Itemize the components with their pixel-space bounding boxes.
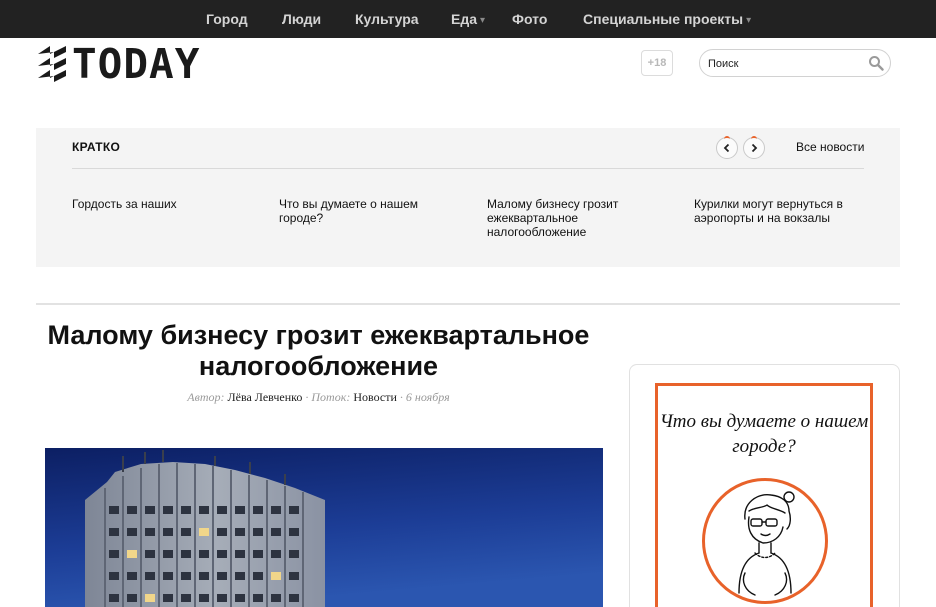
- chevron-down-icon: ▾: [746, 15, 752, 26]
- woman-portrait-icon: [738, 491, 795, 596]
- logo-mark-icon[interactable]: [36, 44, 72, 84]
- next-button[interactable]: [743, 136, 765, 159]
- stream-label: Поток:: [311, 390, 351, 404]
- nav-item-people[interactable]: Люди: [282, 11, 321, 27]
- author-label: Автор:: [187, 390, 225, 404]
- nav-item-city[interactable]: Город: [206, 11, 248, 27]
- prev-ring-icon: [724, 136, 730, 139]
- promo-text: Что вы думаете о нашем городе?: [659, 411, 869, 457]
- logo-text[interactable]: TODAY: [72, 42, 200, 86]
- search-input[interactable]: [708, 55, 858, 73]
- article-title: Малому бизнесу грозит ежеквартальное нал…: [47, 320, 590, 381]
- nav-item-label: Культура: [355, 11, 419, 27]
- nav-item-culture[interactable]: Культура: [355, 11, 419, 27]
- chevron-left-icon: [723, 143, 730, 153]
- nav-item-label: Город: [206, 11, 248, 27]
- nav-item-label: Специальные проекты: [583, 11, 744, 27]
- nav-item-label: Люди: [282, 11, 322, 27]
- brief-divider: [72, 168, 864, 169]
- prev-button[interactable]: [716, 136, 738, 159]
- article-photo: [45, 448, 603, 607]
- meta-separator: ·: [396, 390, 406, 404]
- age-rating-badge: +18: [641, 50, 673, 76]
- brief-title: КРАТКО: [72, 140, 121, 154]
- brief-item[interactable]: Гордость за наших: [72, 197, 232, 211]
- section-divider: [36, 303, 900, 305]
- nav-item-label: Еда: [451, 11, 478, 27]
- article-date: 6 ноября: [405, 390, 450, 404]
- search-icon[interactable]: [868, 55, 884, 71]
- brief-item[interactable]: Курилки могут вернуться в аэропорты и на…: [694, 197, 854, 225]
- chevron-right-icon: [751, 143, 758, 153]
- brief-item[interactable]: Малому бизнесу грозит ежеквартальное нал…: [487, 197, 647, 239]
- brief-item[interactable]: Что вы думаете о нашем городе?: [279, 197, 439, 225]
- all-news-link[interactable]: Все новости: [796, 140, 864, 154]
- brief-news-block: КРАТКО Все новости Гордость за наших Что…: [36, 128, 900, 267]
- nav-item-food[interactable]: Еда ▾: [451, 11, 485, 27]
- promo-illustration: [702, 478, 828, 604]
- nav-item-special-projects[interactable]: Специальные проекты ▾: [583, 11, 751, 27]
- article-meta: Автор: Лёва Левченко · Поток: Новости · …: [36, 390, 601, 405]
- next-ring-icon: [751, 136, 757, 139]
- promo-banner[interactable]: Что вы думаете о нашем городе?: [655, 383, 873, 607]
- top-navigation: Город Люди Культура Еда ▾ Фото Специальны…: [0, 0, 936, 38]
- stream-link[interactable]: Новости: [353, 390, 397, 404]
- author-link[interactable]: Лёва Левченко: [227, 390, 302, 404]
- search-box[interactable]: [699, 49, 891, 77]
- nav-item-photo[interactable]: Фото: [512, 11, 547, 27]
- chevron-down-icon: ▾: [480, 15, 486, 26]
- nav-item-label: Фото: [512, 11, 548, 27]
